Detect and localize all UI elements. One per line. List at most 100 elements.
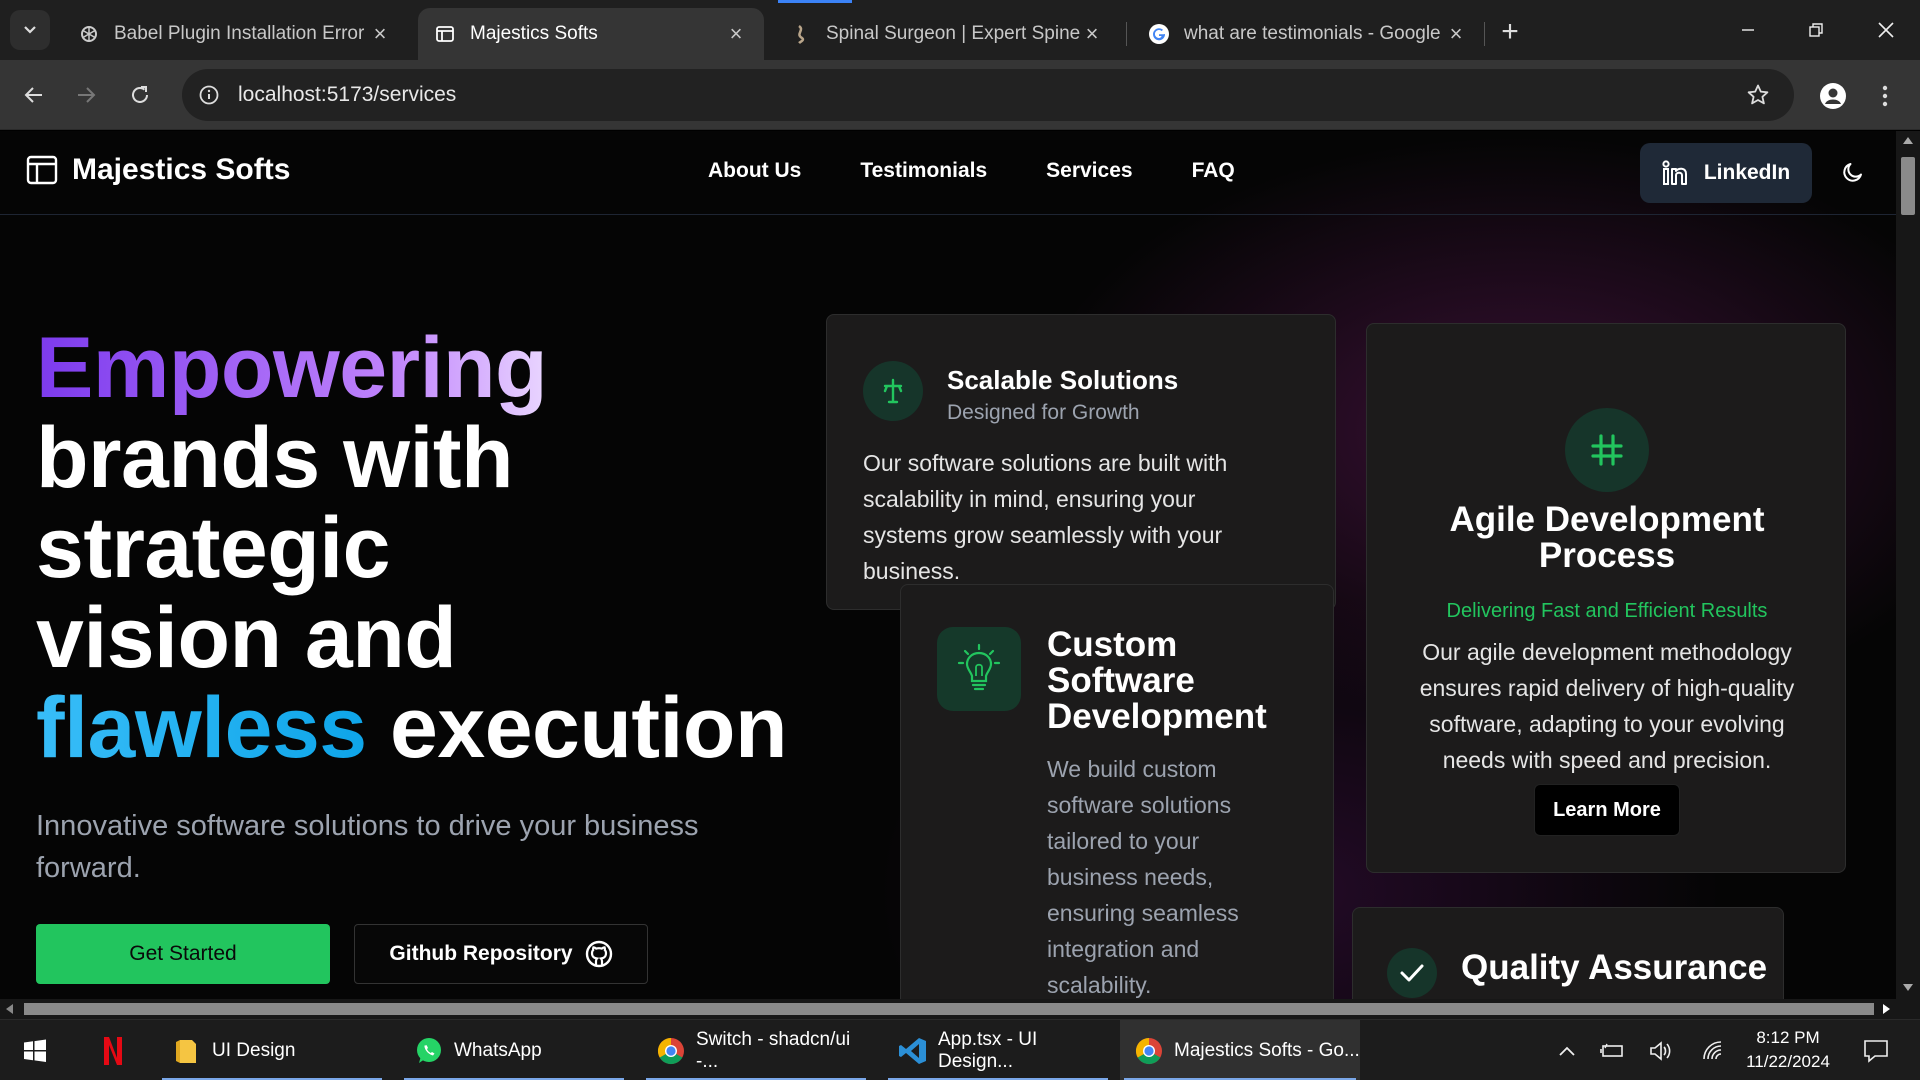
close-window-button[interactable] <box>1852 0 1920 60</box>
layout-icon <box>434 23 456 45</box>
start-button[interactable] <box>14 1020 56 1080</box>
card-subtitle: Delivering Fast and Efficient Results <box>1446 600 1768 622</box>
taskbar-label: WhatsApp <box>454 1039 542 1061</box>
forward-button[interactable] <box>66 75 106 115</box>
taskbar-label: App.tsx - UI Design... <box>938 1028 1038 1072</box>
tab-title: what are testimonials - Google <box>1184 23 1441 44</box>
taskbar-ui-design-folder[interactable]: UI Design <box>158 1020 386 1080</box>
restore-button[interactable] <box>1782 0 1850 60</box>
new-tab-button[interactable]: + <box>1492 14 1528 50</box>
main-nav: About Us Testimonials Services FAQ <box>708 159 1294 183</box>
tab-separator <box>1126 22 1127 46</box>
scroll-down-arrow-icon[interactable] <box>1903 984 1913 991</box>
notifications-button[interactable] <box>1854 1020 1898 1080</box>
learn-more-button[interactable]: Learn More <box>1534 784 1680 836</box>
moon-icon <box>1843 163 1862 182</box>
taskbar-vscode[interactable]: App.tsx - UI Design... <box>884 1020 1112 1080</box>
restore-icon <box>1809 23 1823 37</box>
browser-toolbar: localhost:5173/services <box>0 60 1920 130</box>
taskbar-chrome-shadcn[interactable]: Switch - shadcn/ui -... <box>642 1020 870 1080</box>
scroll-thumb[interactable] <box>24 1003 1874 1015</box>
linkedin-button[interactable]: LinkedIn <box>1640 143 1812 203</box>
taskbar-netflix[interactable] <box>84 1020 146 1080</box>
spine-icon <box>790 23 812 45</box>
card-body: Our agile development methodology ensure… <box>1419 639 1795 773</box>
browser-tab-bar: Babel Plugin Installation Error × Majest… <box>0 0 1920 60</box>
windows-taskbar: UI Design WhatsApp Switch - shadcn/ui -.… <box>0 1019 1920 1080</box>
site-info-icon[interactable] <box>196 82 222 108</box>
get-started-button[interactable]: Get Started <box>36 924 330 984</box>
whatsapp-icon <box>414 1036 444 1066</box>
nav-faq[interactable]: FAQ <box>1192 159 1235 183</box>
google-icon <box>1148 23 1170 45</box>
scroll-up-arrow-icon[interactable] <box>1903 137 1913 144</box>
scroll-left-arrow-icon[interactable] <box>6 1004 13 1014</box>
taskbar-whatsapp[interactable]: WhatsApp <box>400 1020 628 1080</box>
system-clock[interactable]: 8:12 PM 11/22/2024 <box>1728 1026 1848 1074</box>
hero-headline-line: vision and <box>36 590 457 686</box>
show-hidden-icons-button[interactable] <box>1550 1020 1584 1080</box>
card-scalable-solutions: Scalable Solutions Designed for Growth O… <box>826 314 1336 610</box>
taskbar-label: Switch - shadcn/ui -... <box>696 1028 851 1072</box>
back-button[interactable] <box>14 75 54 115</box>
card-title: Custom Software Development <box>1047 625 1267 736</box>
browser-menu-button[interactable] <box>1870 77 1900 115</box>
tab-google-search[interactable]: what are testimonials - Google × <box>1132 8 1484 60</box>
hero-headline-line: brands with <box>36 410 514 506</box>
close-tab-icon[interactable]: × <box>724 21 748 46</box>
scroll-right-arrow-icon[interactable] <box>1883 1004 1890 1014</box>
volume-icon <box>1650 1040 1671 1061</box>
nav-testimonials[interactable]: Testimonials <box>860 159 987 183</box>
volume-tray-button[interactable] <box>1644 1020 1678 1080</box>
brand-logo-link[interactable]: Majestics Softs <box>26 153 290 187</box>
chevron-down-icon <box>24 26 36 34</box>
card-title: Agile Development Process <box>1449 500 1765 575</box>
github-repository-button[interactable]: Github Repository <box>354 924 648 984</box>
battery-tray-button[interactable] <box>1596 1020 1630 1080</box>
arrow-left-icon <box>24 87 42 103</box>
scroll-thumb[interactable] <box>1901 157 1915 215</box>
close-tab-icon[interactable]: × <box>1080 21 1104 46</box>
hero-subtitle: Innovative software solutions to drive y… <box>36 810 699 884</box>
bookmark-star-icon[interactable] <box>1744 81 1772 109</box>
close-tab-icon[interactable]: × <box>1444 21 1468 46</box>
address-bar[interactable]: localhost:5173/services <box>182 69 1794 121</box>
horizontal-scrollbar[interactable] <box>0 999 1896 1019</box>
card-custom-software: Custom Software Development We build cus… <box>900 584 1334 999</box>
card-body: We build custom software solutions tailo… <box>1047 756 1239 998</box>
reload-button[interactable] <box>120 75 160 115</box>
theme-toggle-button[interactable] <box>1838 157 1868 187</box>
close-tab-icon[interactable]: × <box>368 21 392 46</box>
nav-about-us[interactable]: About Us <box>708 159 801 183</box>
taskbar-label: UI Design <box>212 1039 296 1061</box>
card-subtitle: Designed for Growth <box>947 401 1140 424</box>
vertical-scrollbar[interactable] <box>1896 131 1920 999</box>
hero-headline: Empowering brands with strategic vision … <box>36 323 836 773</box>
tab-babel-plugin[interactable]: Babel Plugin Installation Error × <box>62 8 408 60</box>
tab-spinal-surgeon[interactable]: Spinal Surgeon | Expert Spine C × <box>774 8 1120 60</box>
profile-avatar-button[interactable] <box>1814 77 1852 115</box>
scrollbar-corner <box>1896 999 1920 1019</box>
tab-separator <box>1484 22 1485 46</box>
wifi-icon <box>1703 1040 1722 1059</box>
hero-headline-line: strategic <box>36 500 391 596</box>
site-header: Majestics Softs About Us Testimonials Se… <box>0 131 1896 215</box>
github-button-label: Github Repository <box>389 942 573 965</box>
minimize-button[interactable] <box>1714 0 1782 60</box>
notification-icon <box>1864 1039 1888 1063</box>
minimize-icon <box>1742 29 1754 31</box>
linkedin-label: LinkedIn <box>1703 161 1791 184</box>
card-body: Our software solutions are built with sc… <box>863 450 1228 584</box>
tab-search-button[interactable] <box>10 10 50 50</box>
tab-title: Majestics Softs <box>470 23 598 44</box>
taskbar-chrome-majestics[interactable]: Majestics Softs - Go... <box>1120 1020 1360 1080</box>
more-vertical-icon <box>1882 85 1888 107</box>
clock-time: 8:12 PM <box>1756 1028 1820 1047</box>
nav-services[interactable]: Services <box>1046 159 1132 183</box>
user-icon <box>1820 83 1846 109</box>
url-text: localhost:5173/services <box>238 83 457 106</box>
network-tray-button[interactable] <box>1696 1020 1730 1080</box>
tab-majestics-softs[interactable]: Majestics Softs × <box>418 8 764 60</box>
hero-headline-highlight: flawless <box>36 680 367 776</box>
card-title: Scalable Solutions <box>947 365 1179 395</box>
